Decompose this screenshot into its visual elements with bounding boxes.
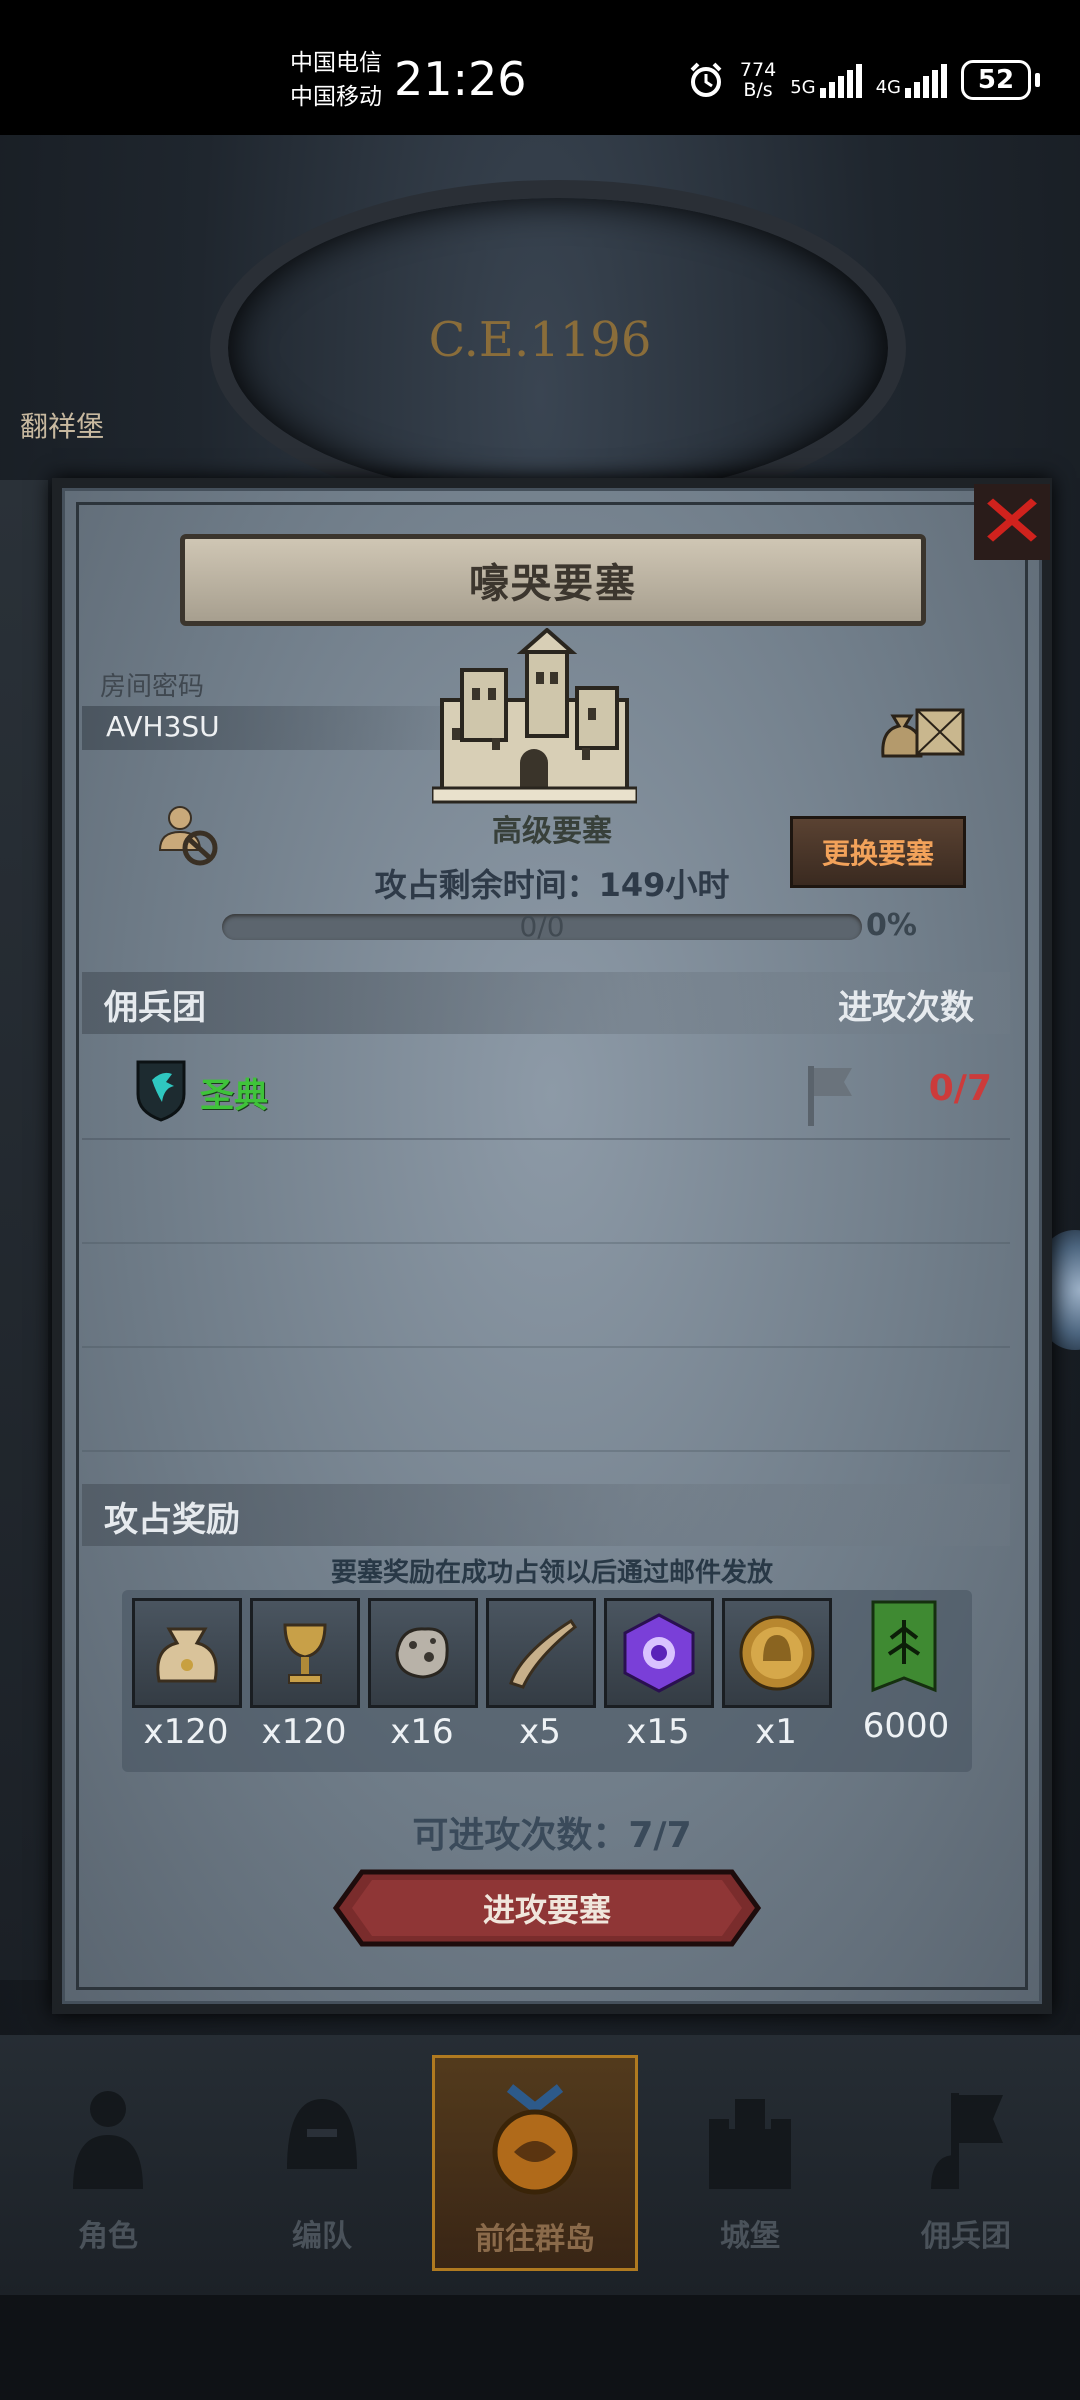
mercenary-icon (931, 2093, 1003, 2189)
reward-item[interactable]: x15 (604, 1598, 714, 1752)
guild-banner-icon (871, 1600, 937, 1693)
attacks-available: 可进攻次数：7/7 (62, 1806, 1042, 1858)
guild-attack-count: 0/7 (928, 1068, 992, 1109)
left-location-label: 翻祥堡 (20, 410, 105, 443)
status-bar: 中国电信 中国移动 21:26 774 B/s 5G 4G 52 (0, 0, 1080, 135)
horn-icon (509, 1618, 578, 1689)
nav-label: 城堡 (720, 2219, 780, 2254)
sack-icon (156, 1627, 218, 1683)
close-button[interactable]: ✕ (974, 484, 1050, 560)
guild-emblem-icon (136, 1060, 186, 1122)
signal-2-icon (905, 62, 947, 98)
reward-item[interactable]: 6000 (852, 1598, 960, 1746)
purple-gem-icon (623, 1613, 695, 1693)
title-banner: 嚎哭要塞 (180, 534, 926, 626)
remaining-time-unit: 小时 (665, 866, 730, 904)
carrier-1: 中国电信 (290, 50, 382, 76)
castle-icon (432, 628, 637, 804)
nav-label: 前往群岛 (475, 2222, 595, 2257)
reward-qty: x120 (143, 1712, 229, 1752)
nav-label: 佣兵团 (921, 2219, 1011, 2254)
islands-icon (492, 2084, 578, 2195)
left-side-panel (0, 480, 48, 1980)
room-password-value[interactable]: AVH3SU (106, 710, 220, 743)
remaining-time-value: 149 (598, 866, 666, 904)
nav-item-mercenary[interactable]: 佣兵团 (866, 2055, 1066, 2265)
castle-nav-icon (709, 2099, 791, 2189)
alarm-icon (690, 62, 722, 97)
capture-progress-bar: 0/0 (222, 910, 862, 943)
bottom-nav: 角色 编队 前往群岛 城堡 佣兵团 (0, 2035, 1080, 2295)
network-2-label: 4G (875, 77, 901, 98)
capture-progress-text: 0/0 (519, 910, 565, 943)
helmet-icon (287, 2099, 357, 2169)
reward-qty: x120 (261, 1712, 347, 1752)
era-label: C.E.1196 (428, 312, 652, 368)
reward-qty: x5 (519, 1712, 561, 1752)
guild-name: 圣典 (200, 1076, 268, 1116)
nav-item-castle[interactable]: 城堡 (650, 2055, 850, 2265)
remaining-time-label: 攻占剩余时间： (374, 866, 599, 904)
remaining-time: 攻占剩余时间：149小时 (62, 860, 1042, 906)
network-1-label: 5G (790, 77, 816, 98)
net-speed: 774 B/s (740, 60, 776, 100)
nav-label: 角色 (78, 2219, 138, 2254)
reward-item[interactable]: x16 (368, 1598, 478, 1752)
carrier-2: 中国移动 (290, 84, 382, 110)
clock: 21:26 (394, 52, 527, 106)
guild-row[interactable]: 圣典 0/7 (82, 1038, 1010, 1140)
carriers: 中国电信 中国移动 (290, 46, 382, 114)
reward-qty: 6000 (862, 1706, 950, 1746)
rewards-panel: x120 x120 x16 x5 x15 x1 6000 (122, 1590, 972, 1772)
battery-tip (1035, 73, 1040, 87)
bag-and-crate-icon[interactable] (877, 696, 969, 766)
room-password-label: 房间密码 (100, 672, 205, 702)
ore-icon (395, 1627, 449, 1679)
knight-icon (73, 2091, 143, 2189)
attack-button-label: 进攻要塞 (482, 1891, 611, 1929)
nav-label: 编队 (292, 2219, 352, 2254)
attack-fortress-button[interactable]: 进攻要塞 (332, 1868, 762, 1948)
nav-item-islands[interactable]: 前往群岛 (432, 2055, 638, 2271)
reward-header-bar: 攻占奖励 (82, 1484, 1010, 1546)
signal-1-icon (819, 62, 862, 98)
reward-item[interactable]: x1 (722, 1598, 832, 1752)
reward-note: 要塞奖励在成功占领以后通过邮件发放 (330, 1558, 773, 1588)
net-speed-unit: B/s (743, 79, 773, 101)
reward-qty: x1 (755, 1712, 797, 1752)
goblet-icon (283, 1623, 327, 1684)
reward-item[interactable]: x120 (132, 1598, 242, 1752)
fortress-modal: ✕ 嚎哭要塞 房间密码 AVH3SU 高级要塞 更换要塞 攻占剩余时间：149小… (52, 478, 1052, 2014)
empty-guild-row (82, 1244, 1010, 1348)
mercenary-header: 佣兵团 (104, 988, 206, 1028)
reward-item[interactable]: x5 (486, 1598, 596, 1752)
mercenary-header-bar: 佣兵团 进攻次数 (82, 972, 1010, 1034)
status-icons: 774 B/s 5G 4G 52 (686, 55, 1040, 105)
reward-section-title: 攻占奖励 (104, 1500, 240, 1540)
helmet-medal-icon (739, 1615, 815, 1691)
empty-guild-row (82, 1140, 1010, 1244)
close-icon: ✕ (976, 479, 1048, 565)
battery-level: 52 (977, 65, 1015, 95)
empty-guild-row (82, 1348, 1010, 1452)
modal-title: 嚎哭要塞 (469, 561, 637, 607)
reward-qty: x16 (390, 1712, 454, 1752)
attacks-available-value: 7/7 (628, 1815, 692, 1856)
net-speed-value: 774 (739, 59, 777, 81)
attacks-available-label: 可进攻次数： (412, 1815, 629, 1856)
nav-item-formation[interactable]: 编队 (222, 2055, 422, 2265)
reward-item[interactable]: x120 (250, 1598, 360, 1752)
bottom-strip (0, 2295, 1080, 2400)
battery-icon: 52 (961, 60, 1031, 100)
capture-progress-percent: 0% (866, 908, 917, 943)
flag-icon (808, 1066, 852, 1126)
nav-item-character[interactable]: 角色 (8, 2055, 208, 2265)
attack-count-header: 进攻次数 (838, 988, 974, 1028)
reward-qty: x15 (626, 1712, 690, 1752)
